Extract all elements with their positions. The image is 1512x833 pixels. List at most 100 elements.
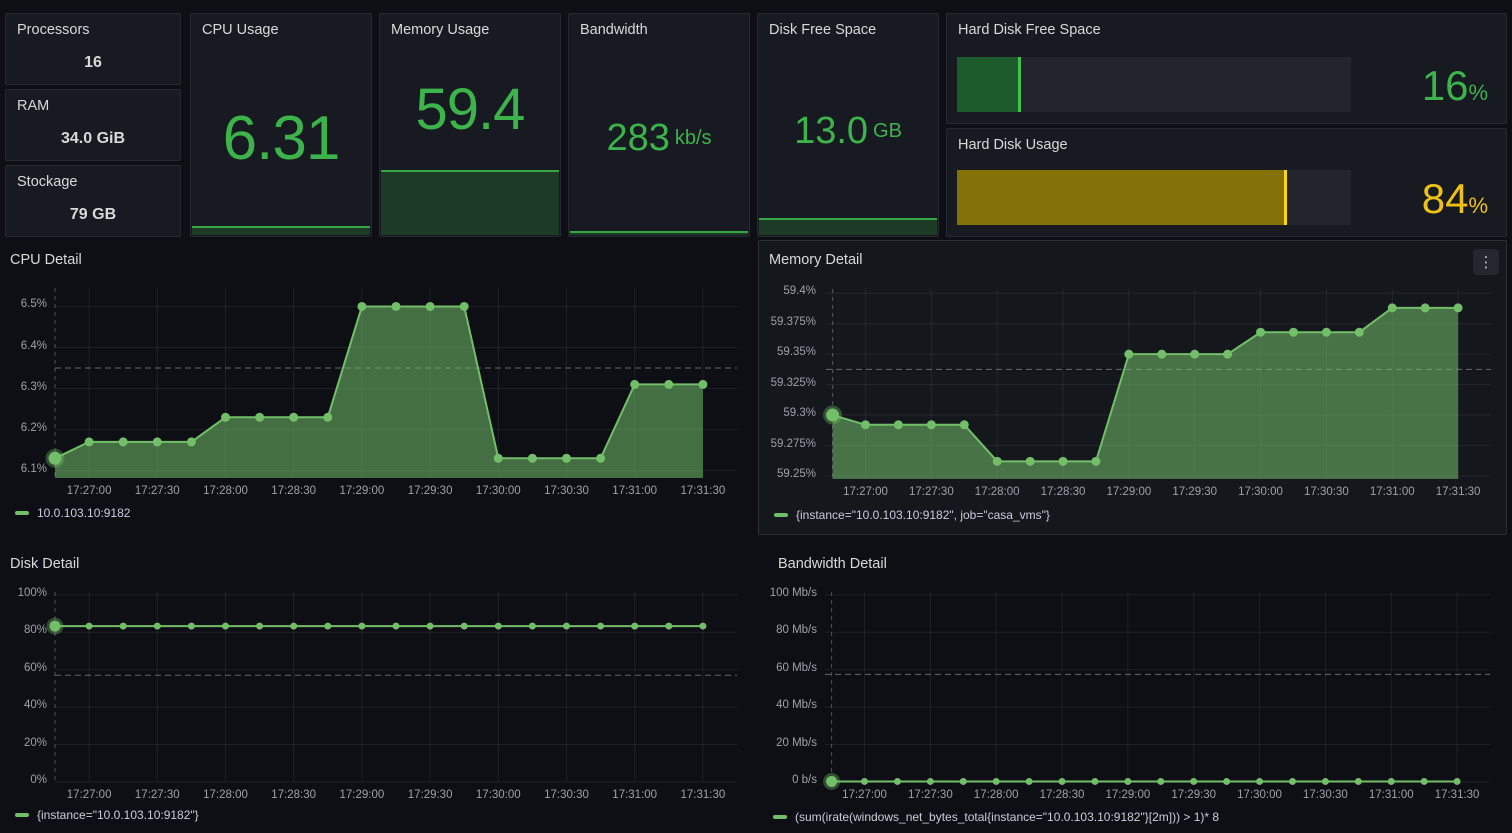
panel-processors: Processors 16 xyxy=(5,13,181,85)
x-axis-tick-label: 17:29:00 xyxy=(1095,486,1163,498)
cpu-detail-plot[interactable] xyxy=(55,288,737,478)
legend-item[interactable]: {instance="10.0.103.10:9182", job="casa_… xyxy=(774,508,1050,522)
stat-value: 13.0 xyxy=(794,110,868,153)
y-axis-tick-label: 80 Mb/s xyxy=(776,624,817,636)
stat-value: 79 GB xyxy=(6,206,180,224)
x-axis-tick-label: 17:28:30 xyxy=(260,789,328,801)
x-axis-tick-label: 17:29:30 xyxy=(396,485,464,497)
legend-swatch-icon xyxy=(774,513,788,517)
x-axis-tick-label: 17:30:00 xyxy=(1227,486,1295,498)
panel-title[interactable]: Hard Disk Free Space xyxy=(958,22,1101,38)
x-axis-tick-label: 17:27:00 xyxy=(55,485,123,497)
sparkline xyxy=(570,231,748,235)
disk-detail-plot[interactable] xyxy=(55,592,737,782)
stat-value: 34.0 GiB xyxy=(6,130,180,148)
y-axis-tick-label: 60 Mb/s xyxy=(776,662,817,674)
panel-disk-detail: Disk Detail 0%20%40%60%80%100% 17:27:001… xyxy=(0,550,750,833)
panel-memory-detail: Memory Detail ⋮ 59.25%59.275%59.3%59.325… xyxy=(758,240,1507,535)
bar-gauge-track xyxy=(957,170,1351,225)
x-axis-tick-label: 17:31:00 xyxy=(601,789,669,801)
panel-title[interactable]: Disk Detail xyxy=(10,556,79,572)
panel-title[interactable]: Memory Usage xyxy=(391,22,489,38)
bandwidth-detail-plot[interactable] xyxy=(825,592,1490,782)
x-axis-tick-label: 17:30:30 xyxy=(1291,789,1359,801)
y-axis-tick-label: 0 b/s xyxy=(792,774,817,786)
y-axis-tick-label: 20 Mb/s xyxy=(776,737,817,749)
y-axis-tick-label: 59.325% xyxy=(771,377,816,389)
panel-title[interactable]: Stockage xyxy=(17,174,77,190)
y-axis-tick-label: 59.35% xyxy=(777,346,816,358)
x-axis-tick-label: 17:27:30 xyxy=(123,789,191,801)
gauge-value: 16% xyxy=(1422,62,1488,110)
stat-unit: GB xyxy=(873,120,902,143)
x-axis-tick-label: 17:28:30 xyxy=(1028,789,1096,801)
x-axis-tick-label: 17:29:30 xyxy=(1161,486,1229,498)
x-axis-tick-label: 17:30:30 xyxy=(533,485,601,497)
x-axis-tick-label: 17:29:00 xyxy=(328,485,396,497)
legend-swatch-icon xyxy=(773,815,787,819)
x-axis-tick-label: 17:28:00 xyxy=(192,789,260,801)
x-axis-tick-label: 17:27:30 xyxy=(123,485,191,497)
gauge-value: 84% xyxy=(1422,175,1488,223)
stat-unit: kb/s xyxy=(675,127,712,150)
x-axis-tick-label: 17:28:00 xyxy=(962,789,1030,801)
legend-item[interactable]: {instance="10.0.103.10:9182"} xyxy=(15,808,199,822)
panel-title[interactable]: CPU Detail xyxy=(10,252,82,268)
x-axis-tick-label: 17:31:00 xyxy=(1357,789,1425,801)
y-axis-tick-label: 6.5% xyxy=(21,298,47,310)
panel-hd-free: Hard Disk Free Space 16% xyxy=(946,13,1507,124)
x-axis-tick-label: 17:27:00 xyxy=(832,486,900,498)
bar-gauge-fill xyxy=(957,57,1021,112)
x-axis-tick-label: 17:31:30 xyxy=(1424,486,1492,498)
legend-item[interactable]: 10.0.103.10:9182 xyxy=(15,506,130,520)
stat-value: 59.4 xyxy=(416,76,525,143)
x-axis-tick-label: 17:27:30 xyxy=(896,789,964,801)
legend-label: {instance="10.0.103.10:9182"} xyxy=(37,808,199,822)
stat-value: 16 xyxy=(6,54,180,72)
sparkline xyxy=(192,226,370,235)
bar-gauge-fill xyxy=(957,170,1287,225)
y-axis-tick-label: 59.4% xyxy=(783,285,816,297)
sparkline xyxy=(759,218,937,235)
x-axis-tick-label: 17:28:00 xyxy=(192,485,260,497)
panel-cpu-usage: CPU Usage 6.31 xyxy=(190,13,372,237)
y-axis-tick-label: 59.275% xyxy=(771,438,816,450)
panel-title[interactable]: Memory Detail xyxy=(769,252,862,268)
y-axis-tick-label: 59.3% xyxy=(783,407,816,419)
x-axis-tick-label: 17:29:30 xyxy=(1160,789,1228,801)
x-axis-tick-label: 17:31:00 xyxy=(601,485,669,497)
y-axis-tick-label: 100 Mb/s xyxy=(770,587,817,599)
x-axis-tick-label: 17:28:30 xyxy=(260,485,328,497)
panel-menu-icon[interactable]: ⋮ xyxy=(1473,249,1499,275)
y-axis-tick-label: 40 Mb/s xyxy=(776,699,817,711)
panel-hd-usage: Hard Disk Usage 84% xyxy=(946,128,1507,237)
x-axis-tick-label: 17:28:00 xyxy=(963,486,1031,498)
panel-disk-free: Disk Free Space 13.0 GB xyxy=(757,13,939,237)
x-axis-tick-label: 17:31:30 xyxy=(669,485,737,497)
panel-title[interactable]: Bandwidth Detail xyxy=(778,556,887,572)
legend-label: 10.0.103.10:9182 xyxy=(37,506,130,520)
stat-value: 283 xyxy=(606,117,669,160)
x-axis-tick-label: 17:30:00 xyxy=(464,485,532,497)
x-axis-tick-label: 17:30:00 xyxy=(1226,789,1294,801)
x-axis-tick-label: 17:27:30 xyxy=(897,486,965,498)
bar-gauge-cap xyxy=(1018,57,1021,112)
panel-title[interactable]: Hard Disk Usage xyxy=(958,137,1068,153)
panel-title[interactable]: RAM xyxy=(17,98,49,114)
legend-swatch-icon xyxy=(15,813,29,817)
panel-memory-usage: 59.4 Memory Usage xyxy=(379,13,561,237)
x-axis-tick-label: 17:30:30 xyxy=(533,789,601,801)
bar-gauge-track xyxy=(957,57,1351,112)
panel-title[interactable]: Processors xyxy=(17,22,90,38)
x-axis-tick-label: 17:29:00 xyxy=(1094,789,1162,801)
grafana-dashboard: Processors 16 RAM 34.0 GiB Stockage 79 G… xyxy=(0,0,1512,833)
y-axis-tick-label: 6.2% xyxy=(21,422,47,434)
y-axis-tick-label: 20% xyxy=(24,737,47,749)
y-axis-tick-label: 80% xyxy=(24,624,47,636)
x-axis-tick-label: 17:31:00 xyxy=(1358,486,1426,498)
x-axis-tick-label: 17:31:30 xyxy=(1423,789,1491,801)
legend-swatch-icon xyxy=(15,511,29,515)
sparkline xyxy=(381,170,559,235)
memory-detail-plot[interactable] xyxy=(826,289,1491,479)
legend-item[interactable]: (sum(irate(windows_net_bytes_total{insta… xyxy=(773,810,1219,824)
